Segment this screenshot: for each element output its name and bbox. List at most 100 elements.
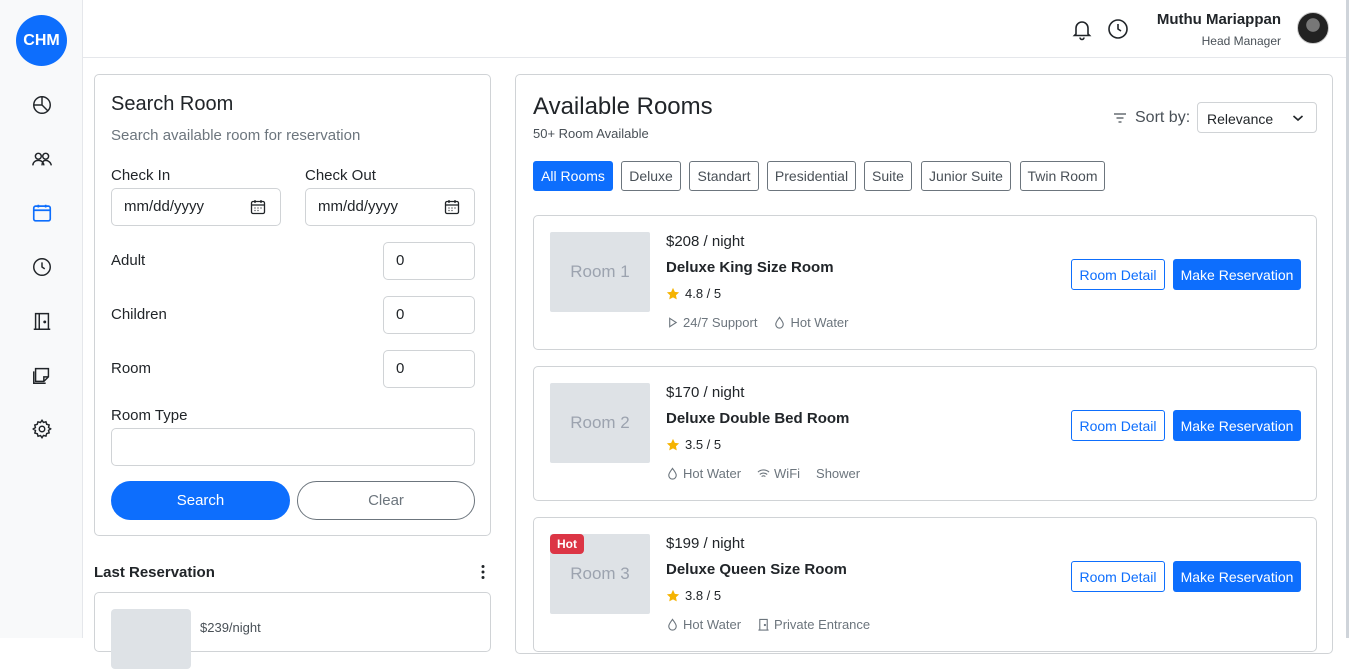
room-thumbnail[interactable]: Room 2 <box>550 383 650 463</box>
amenity-item: Private Entrance <box>757 617 870 632</box>
make-reservation-button[interactable]: Make Reservation <box>1173 561 1301 592</box>
hot-badge: Hot <box>550 534 584 554</box>
door-icon <box>758 618 769 631</box>
amenity-label: Hot Water <box>683 466 742 481</box>
sort-select[interactable]: Relevance <box>1197 102 1317 133</box>
children-input[interactable]: 0 <box>383 296 475 334</box>
amenity-item: 24/7 Support <box>666 315 757 330</box>
check-out-value: mm/dd/yyyy <box>318 198 399 215</box>
room-thumbnail[interactable]: Room 1 <box>550 232 650 312</box>
droplet-icon <box>668 618 677 631</box>
make-reservation-button[interactable]: Make Reservation <box>1173 410 1301 441</box>
wifi-icon <box>757 469 770 478</box>
clear-button[interactable]: Clear <box>297 481 475 520</box>
star-icon <box>666 438 680 450</box>
rating-value: 4.8 / 5 <box>685 286 722 301</box>
star-icon <box>666 589 680 601</box>
amenity-item: Hot Water <box>773 315 848 330</box>
room-price: $199 / night <box>666 535 745 552</box>
room-amenities: 24/7 Support Hot Water <box>666 315 848 330</box>
avatar[interactable] <box>1297 12 1329 44</box>
droplet-icon <box>668 467 677 480</box>
filter-suite[interactable]: Suite <box>864 161 912 191</box>
check-in-input[interactable]: mm/dd/yyyy <box>111 188 281 226</box>
amenity-label: Private Entrance <box>774 617 871 632</box>
children-label: Children <box>111 306 167 323</box>
rooms-count: 50+ Room Available <box>533 126 649 141</box>
check-out-label: Check Out <box>305 167 376 184</box>
room-price: $208 / night <box>666 233 745 250</box>
sidebar: CHM <box>0 0 83 638</box>
room-card: Room 1 $208 / night Deluxe King Size Roo… <box>533 215 1317 350</box>
dashboard-pie-icon[interactable] <box>30 93 54 117</box>
amenity-item: Hot Water <box>666 617 741 632</box>
amenity-label: 24/7 Support <box>683 315 758 330</box>
room-name: Deluxe Double Bed Room <box>666 410 850 427</box>
make-reservation-button[interactable]: Make Reservation <box>1173 259 1301 290</box>
app-logo[interactable]: CHM <box>16 15 67 66</box>
reservation-thumbnail <box>111 609 191 669</box>
reservation-price: $239/night <box>200 620 261 635</box>
star-icon <box>666 287 680 299</box>
search-title: Search Room <box>111 93 234 115</box>
filter-twin-room[interactable]: Twin Room <box>1020 161 1105 191</box>
filter-junior-suite[interactable]: Junior Suite <box>921 161 1011 191</box>
search-button[interactable]: Search <box>111 481 290 520</box>
room-type-input[interactable] <box>111 428 475 466</box>
room-name: Deluxe King Size Room <box>666 259 834 276</box>
history-clock-icon[interactable] <box>1106 17 1130 41</box>
room-detail-button[interactable]: Room Detail <box>1071 259 1165 290</box>
amenity-label: Shower <box>816 466 861 481</box>
available-rooms-panel: Available Rooms 50+ Room Available Sort … <box>515 74 1333 654</box>
room-card: Hot Room 3 $199 / night Deluxe Queen Siz… <box>533 517 1317 652</box>
filter-all-rooms[interactable]: All Rooms <box>533 161 613 191</box>
filter-presidential[interactable]: Presidential <box>767 161 856 191</box>
amenity-item: WiFi <box>757 466 800 481</box>
room-amenities: Hot Water WiFi Shower <box>666 466 860 481</box>
room-label: Room <box>111 360 152 377</box>
room-count-input[interactable]: 0 <box>383 350 475 388</box>
room-name: Deluxe Queen Size Room <box>666 561 847 578</box>
adult-input[interactable]: 0 <box>383 242 475 280</box>
sort-icon <box>1114 113 1126 123</box>
search-room-panel: Search Room Search available room for re… <box>94 74 491 536</box>
filter-deluxe[interactable]: Deluxe <box>621 161 681 191</box>
door-icon[interactable] <box>30 309 54 333</box>
room-card: Room 2 $170 / night Deluxe Double Bed Ro… <box>533 366 1317 501</box>
sort-value: Relevance <box>1207 111 1274 127</box>
room-detail-button[interactable]: Room Detail <box>1071 410 1165 441</box>
last-reservation-title: Last Reservation <box>94 564 215 581</box>
clock-icon[interactable] <box>30 255 54 279</box>
rooms-title: Available Rooms <box>533 93 713 120</box>
calendar-picker-icon[interactable] <box>444 199 460 215</box>
rating-value: 3.8 / 5 <box>685 588 722 603</box>
search-subtitle: Search available room for reservation <box>111 127 361 144</box>
room-rating: 3.8 / 5 <box>666 588 721 603</box>
amenity-item: Shower <box>816 466 860 481</box>
gear-icon[interactable] <box>30 417 54 441</box>
rating-value: 3.5 / 5 <box>685 437 722 452</box>
user-name: Muthu Mariappan <box>1156 11 1281 28</box>
play-icon <box>669 317 678 328</box>
users-icon[interactable] <box>30 147 54 171</box>
calendar-picker-icon[interactable] <box>250 199 266 215</box>
notes-icon[interactable] <box>30 363 54 387</box>
room-detail-button[interactable]: Room Detail <box>1071 561 1165 592</box>
amenity-label: Hot Water <box>790 315 849 330</box>
chevron-down-icon <box>1292 115 1304 122</box>
droplet-icon <box>775 316 785 329</box>
check-out-input[interactable]: mm/dd/yyyy <box>305 188 475 226</box>
check-in-value: mm/dd/yyyy <box>124 198 205 215</box>
more-options-icon[interactable] <box>476 563 490 581</box>
calendar-icon[interactable] <box>30 201 54 225</box>
room-price: $170 / night <box>666 384 745 401</box>
bell-icon[interactable] <box>1070 17 1094 41</box>
room-amenities: Hot Water Private Entrance <box>666 617 870 632</box>
room-type-label: Room Type <box>111 407 188 424</box>
filter-standart[interactable]: Standart <box>689 161 759 191</box>
amenity-label: WiFi <box>774 466 801 481</box>
room-rating: 4.8 / 5 <box>666 286 721 301</box>
top-bar: Muthu Mariappan Head Manager <box>83 0 1349 58</box>
last-reservation-card[interactable]: $239/night <box>94 592 491 669</box>
adult-label: Adult <box>111 252 146 269</box>
